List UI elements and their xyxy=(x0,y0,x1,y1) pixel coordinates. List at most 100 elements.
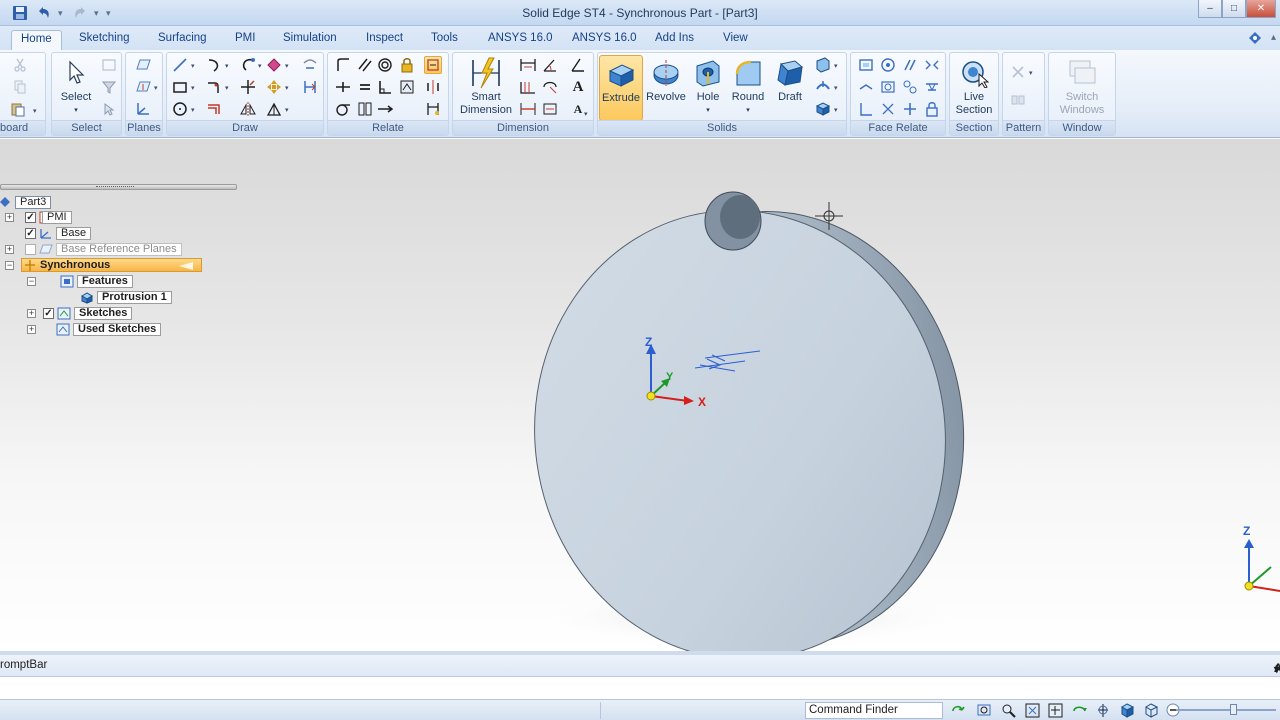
tab-pmi[interactable]: PMI xyxy=(226,30,264,50)
project-icon[interactable] xyxy=(301,56,319,74)
connect-relation-icon[interactable] xyxy=(334,56,352,74)
select-tools-icon[interactable] xyxy=(100,100,118,118)
thin-wall-icon[interactable] xyxy=(814,56,832,74)
angular-dimension-icon[interactable] xyxy=(569,56,587,74)
select-window-icon[interactable] xyxy=(100,56,118,74)
select-dropdown-icon[interactable]: ▾ xyxy=(54,104,98,117)
rectangle-dropdown-icon[interactable]: ▾ xyxy=(191,84,195,92)
face-tangent-icon[interactable] xyxy=(901,78,919,96)
maximize-button[interactable]: □ xyxy=(1222,0,1246,18)
face-symmetric-icon[interactable] xyxy=(923,56,941,74)
round-dropdown-icon[interactable]: ▾ xyxy=(728,104,768,117)
base-planes-visibility-checkbox[interactable] xyxy=(25,243,36,255)
prompt-bar-close-icon[interactable]: ✕ xyxy=(1274,662,1280,676)
pmi-visibility-checkbox[interactable]: ✓ xyxy=(25,211,36,223)
face-ground-icon[interactable] xyxy=(857,100,875,118)
line-icon[interactable] xyxy=(171,56,189,74)
command-finder-input[interactable]: Command Finder xyxy=(805,702,943,719)
zoom-area-icon[interactable] xyxy=(977,703,992,718)
lock-icon[interactable] xyxy=(398,56,416,74)
face-lock-icon[interactable] xyxy=(923,100,941,118)
plane-dropdown-icon[interactable]: ▾ xyxy=(154,84,158,92)
fit-icon[interactable] xyxy=(1025,703,1040,718)
angle-between-icon[interactable] xyxy=(541,56,559,74)
minimize-button[interactable]: – xyxy=(1198,0,1222,18)
graphics-viewport[interactable]: Z Y X Z Part3 + ✓ PMI ✓ Base + Base Refe… xyxy=(0,139,1280,651)
ribbon-minimize-icon[interactable]: ▴ xyxy=(1271,32,1276,43)
arc-dropdown-icon[interactable]: ▾ xyxy=(225,62,229,70)
symmetric-icon[interactable] xyxy=(424,78,442,96)
revolve-button[interactable]: Revolve xyxy=(644,55,688,121)
rigid-icon[interactable] xyxy=(398,78,416,96)
equal-icon[interactable] xyxy=(356,78,374,96)
arc-icon[interactable] xyxy=(205,56,223,74)
draft-button[interactable]: Draft xyxy=(770,55,810,121)
part-model[interactable] xyxy=(0,139,1280,651)
construction-icon[interactable] xyxy=(265,100,283,118)
circle-icon[interactable] xyxy=(171,100,189,118)
add-body-icon[interactable] xyxy=(814,78,832,96)
extrude-button[interactable]: Extrude xyxy=(599,55,643,121)
face-rigid-icon[interactable] xyxy=(879,100,897,118)
collinear-icon[interactable] xyxy=(356,100,374,118)
tree-node-pmi[interactable]: + ✓ PMI xyxy=(5,210,72,224)
tab-surfacing[interactable]: Surfacing xyxy=(149,30,216,50)
fillet-icon[interactable] xyxy=(205,78,223,96)
fill-dropdown-icon[interactable]: ▾ xyxy=(285,62,289,70)
expand-used-sketches-icon[interactable]: + xyxy=(27,324,36,334)
horizontal-vertical-icon[interactable] xyxy=(334,78,352,96)
tab-ansys-1[interactable]: ANSYS 16.0 xyxy=(479,30,562,50)
trim-icon[interactable] xyxy=(239,78,257,96)
collapse-synchronous[interactable]: − xyxy=(5,258,14,272)
pattern-icon[interactable] xyxy=(1009,63,1027,81)
expand-base-planes-icon[interactable]: + xyxy=(5,244,14,254)
copy-icon[interactable] xyxy=(11,78,29,96)
dimension-style-icon[interactable] xyxy=(541,100,559,118)
collapse-features-icon[interactable]: − xyxy=(27,276,36,286)
view-orientation-icon[interactable] xyxy=(1120,703,1135,718)
fillet-dropdown-icon[interactable]: ▾ xyxy=(225,84,229,92)
tangent-arc-icon[interactable] xyxy=(239,56,257,74)
face-perpendicular-icon[interactable] xyxy=(857,78,875,96)
live-section-button[interactable]: Live Section xyxy=(951,55,997,121)
view-orientation-triad-icon[interactable] xyxy=(1244,539,1280,592)
tab-add-ins[interactable]: Add Ins xyxy=(646,30,703,50)
perpendicular-icon[interactable] xyxy=(376,78,394,96)
thin-wall-dropdown-icon[interactable]: ▾ xyxy=(834,62,838,70)
tree-node-base-reference-planes[interactable]: + Base Reference Planes xyxy=(5,242,182,256)
coincident-plane-icon[interactable] xyxy=(134,56,152,74)
tree-node-part3[interactable]: Part3 xyxy=(0,195,52,209)
mirror-icon[interactable] xyxy=(239,100,257,118)
symmetric-diameter-icon[interactable] xyxy=(541,78,559,96)
view-style-icon[interactable] xyxy=(1144,703,1159,718)
paste-icon[interactable] xyxy=(9,100,27,118)
fill-icon[interactable] xyxy=(265,56,283,74)
hole-button[interactable]: Hole ▾ xyxy=(688,55,728,121)
pan-icon[interactable] xyxy=(1048,703,1063,718)
move-icon[interactable] xyxy=(265,78,283,96)
tab-home[interactable]: Home xyxy=(11,30,62,50)
tree-node-synchronous[interactable]: Synchronous xyxy=(21,258,202,272)
zoom-slider-thumb[interactable] xyxy=(1230,704,1237,715)
tab-tools[interactable]: Tools xyxy=(422,30,467,50)
pattern-solid-dropdown-icon[interactable]: ▾ xyxy=(834,106,838,114)
distance-between-icon[interactable] xyxy=(519,56,537,74)
tree-node-protrusion-1[interactable]: Protrusion 1 xyxy=(80,290,172,304)
parallel-icon[interactable] xyxy=(356,56,374,74)
plane-options-icon[interactable] xyxy=(134,78,152,96)
hole-dropdown-icon[interactable]: ▾ xyxy=(688,104,728,117)
tangent-icon[interactable] xyxy=(334,100,352,118)
paste-dropdown-icon[interactable]: ▾ xyxy=(33,107,37,115)
base-visibility-checkbox[interactable]: ✓ xyxy=(25,227,36,239)
pattern-solid-icon[interactable] xyxy=(814,100,832,118)
sketches-visibility-checkbox[interactable]: ✓ xyxy=(43,307,54,319)
tab-inspect[interactable]: Inspect xyxy=(357,30,412,50)
coaxial-icon[interactable] xyxy=(879,56,897,74)
tree-node-features[interactable]: − Features xyxy=(27,274,133,288)
tree-node-sketches[interactable]: + ✓ Sketches xyxy=(27,306,133,320)
help-icon[interactable] xyxy=(1248,31,1262,45)
face-offset-icon[interactable] xyxy=(901,100,919,118)
face-concentric-icon[interactable] xyxy=(879,78,897,96)
tab-simulation[interactable]: Simulation xyxy=(274,30,346,50)
tab-sketching[interactable]: Sketching xyxy=(70,30,139,50)
